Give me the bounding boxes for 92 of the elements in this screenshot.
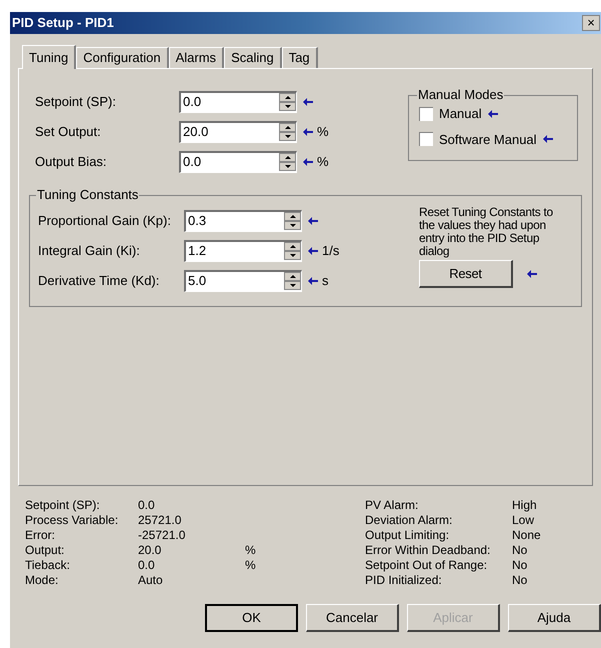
up-triangle-icon (284, 126, 290, 129)
spin-up-button[interactable] (284, 272, 301, 281)
field-label: Integral Gain (Ki): (38, 242, 141, 260)
dialog-button[interactable]: OK (205, 604, 298, 632)
checkbox-label: Software Manual (439, 130, 537, 148)
status-value: 25721.0 (138, 513, 182, 528)
field-label: Setpoint (SP): (34, 93, 117, 112)
status-value: Low (512, 513, 536, 528)
spin-down-button[interactable] (279, 162, 296, 171)
status-value: None (512, 528, 542, 543)
arrow-left-icon (303, 98, 313, 106)
checkbox[interactable] (419, 106, 433, 121)
status-label: Error Within Deadband: (365, 543, 492, 558)
number-field[interactable]: 0.3 (184, 210, 302, 232)
status-label: Output Limiting: (365, 528, 450, 543)
checkbox[interactable] (419, 132, 433, 146)
spin-down-button[interactable] (279, 132, 296, 141)
up-triangle-icon (284, 96, 290, 99)
spin-up-button[interactable] (279, 93, 296, 102)
status-value: No (512, 558, 528, 573)
arrow-left-icon (303, 128, 313, 136)
number-field[interactable]: 5.0 (184, 270, 302, 292)
field-label: Set Output: (34, 123, 102, 142)
status-label: Process Variable: (25, 513, 120, 528)
spin-down-button[interactable] (284, 281, 301, 290)
unit-label: % (245, 543, 257, 558)
unit-label: 1/s (322, 242, 340, 260)
arrow-left-icon (308, 277, 318, 285)
dialog-button[interactable]: Cancelar (306, 604, 399, 632)
reset-button[interactable]: Reset (419, 260, 513, 288)
status-value: -25721.0 (138, 528, 186, 543)
arrow-left-icon (308, 217, 318, 225)
status-value: 0.0 (138, 498, 156, 513)
spin-down-button[interactable] (284, 251, 301, 260)
tab[interactable]: Alarms (168, 47, 224, 68)
unit-label: % (317, 153, 329, 172)
tab[interactable]: Tag (282, 47, 318, 68)
arrow-left-icon (527, 270, 537, 278)
group-title: Tuning Constants (36, 187, 140, 203)
status-label: Mode: (25, 573, 60, 588)
number-field[interactable]: 1.2 (184, 240, 302, 262)
down-triangle-icon (290, 224, 296, 227)
down-triangle-icon (290, 254, 296, 257)
tab[interactable]: Configuration (76, 47, 169, 68)
close-button[interactable]: × (582, 15, 600, 31)
number-field[interactable]: 0.0 (179, 91, 297, 113)
number-field[interactable]: 0.0 (179, 151, 297, 173)
spin-down-button[interactable] (284, 221, 301, 230)
dialog-button[interactable]: Ajuda (508, 604, 601, 632)
up-triangle-icon (290, 215, 296, 218)
arrow-left-icon (303, 158, 313, 166)
status-label: Deviation Alarm: (365, 513, 454, 528)
spin-up-button[interactable] (284, 242, 301, 251)
spin-up-button[interactable] (284, 212, 301, 221)
arrow-left-icon (488, 110, 498, 118)
tab[interactable]: Scaling (224, 47, 282, 68)
number-field[interactable]: 20.0 (179, 121, 297, 143)
spin-up-button[interactable] (279, 153, 296, 162)
down-triangle-icon (290, 284, 296, 287)
unit-label: % (317, 123, 329, 142)
spin-up-button[interactable] (279, 123, 296, 132)
status-label: Error: (25, 528, 56, 543)
up-triangle-icon (290, 245, 296, 248)
down-triangle-icon (284, 135, 290, 138)
spin-down-button[interactable] (279, 102, 296, 111)
status-label: Tieback: (25, 558, 71, 573)
status-value: 20.0 (138, 543, 162, 558)
checkbox-label: Manual (439, 105, 482, 123)
status-value: No (512, 573, 528, 588)
arrow-left-icon (308, 247, 318, 255)
down-triangle-icon (284, 165, 290, 168)
status-label: PV Alarm: (365, 498, 420, 513)
status-label: Setpoint (SP): (25, 498, 101, 513)
field-label: Derivative Time (Kd): (38, 272, 160, 290)
reset-description: Reset Tuning Constants to the values they had upon entry into the PID Setup dialog (419, 206, 554, 258)
field-label: Proportional Gain (Kp): (38, 212, 172, 230)
status-label: Setpoint Out of Range: (365, 558, 488, 573)
status-value: High (512, 498, 538, 513)
field-label: Output Bias: (34, 153, 108, 172)
status-label: Output: (25, 543, 66, 558)
unit-label: s (322, 272, 328, 290)
down-triangle-icon (284, 105, 290, 108)
up-triangle-icon (290, 275, 296, 278)
arrow-left-icon (542, 135, 553, 144)
status-value: 0.0 (138, 558, 156, 573)
status-value: Auto (138, 573, 164, 588)
window-title: PID Setup - PID1 (12, 14, 114, 32)
tab[interactable]: Tuning (22, 45, 76, 69)
status-value: No (512, 543, 528, 558)
unit-label: % (245, 558, 257, 573)
up-triangle-icon (284, 156, 290, 159)
status-label: PID Initialized: (365, 573, 443, 588)
